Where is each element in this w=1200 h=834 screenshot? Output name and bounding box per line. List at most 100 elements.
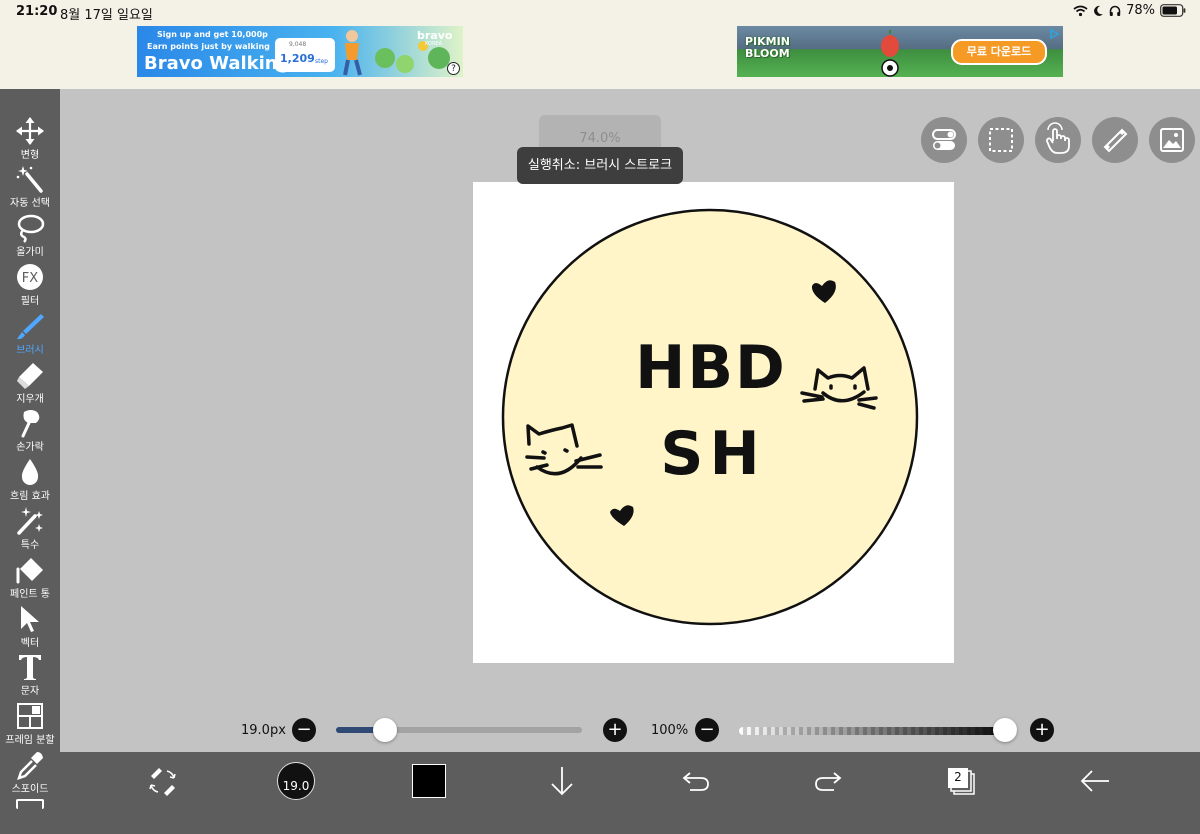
- status-indicators: 78%: [1073, 3, 1186, 18]
- tool-label: 필터: [20, 296, 40, 307]
- tool-partial-next[interactable]: [16, 799, 44, 809]
- fx-icon: FX: [17, 264, 43, 290]
- arrow-left-icon: [1080, 770, 1109, 792]
- tool-label: 올가미: [16, 247, 44, 258]
- artwork: HBD SH: [501, 208, 919, 626]
- brush-size-decrease-button[interactable]: −: [292, 718, 316, 742]
- opacity-track[interactable]: [739, 727, 1017, 735]
- ad-choices-icon[interactable]: [1048, 28, 1060, 40]
- tool-frame-divide[interactable]: 프레임 분할: [0, 701, 60, 746]
- tool-label: 자동 선택: [10, 198, 50, 209]
- tool-blur[interactable]: 흐림 효과: [0, 457, 60, 502]
- text-icon: [19, 655, 41, 680]
- ad-steps-small: 9,048: [289, 41, 307, 48]
- brush-size-increase-button[interactable]: +: [603, 718, 627, 742]
- tool-brush[interactable]: 브러시: [0, 311, 60, 356]
- brush-size-badge-button[interactable]: 19.0: [277, 762, 315, 800]
- ruler-button[interactable]: [1092, 117, 1138, 163]
- material-button[interactable]: [1149, 117, 1195, 163]
- undo-icon: [682, 772, 709, 791]
- drawing-canvas[interactable]: HBD SH: [473, 182, 954, 663]
- tool-eyedropper[interactable]: 스포이드: [0, 750, 60, 795]
- swap-tool-icon: [149, 768, 176, 796]
- settings-toggle-button[interactable]: [921, 117, 967, 163]
- ad-walker-figure: [343, 30, 362, 76]
- status-bar: 21:20 8월 17일 일요일 78%: [0, 0, 1200, 24]
- ruler-icon: [1103, 128, 1128, 153]
- opacity-decrease-button[interactable]: −: [695, 718, 719, 742]
- eraser-icon: [17, 363, 43, 389]
- vector-icon: [21, 606, 39, 632]
- ad-pikmin-logo: PIKMIN BLOOM: [745, 35, 790, 60]
- tool-label: 손가락: [16, 442, 44, 453]
- brush-size-value: 19.0px: [241, 723, 286, 738]
- ad-steps-unit: step: [315, 58, 328, 65]
- back-button[interactable]: [1078, 764, 1112, 802]
- tool-label: 프레임 분할: [5, 735, 55, 746]
- tool-label: 흐림 효과: [10, 491, 50, 502]
- tool-lasso[interactable]: 올가미: [0, 213, 60, 258]
- ad-download-button[interactable]: 무료 다운로드: [951, 39, 1047, 65]
- ad-steps-card: 9,048 1,209 step: [275, 38, 335, 72]
- brush-size-slider-knob[interactable]: [373, 718, 398, 742]
- layers-button[interactable]: 2: [946, 766, 978, 802]
- ad-title: Bravo Walking: [144, 53, 291, 74]
- finger-icon: [21, 410, 40, 438]
- tool-sidebar: 변형 자동 선택 올가미 FX 필터 브러시 지우개 손가락 흐림 효과 특수 …: [0, 89, 60, 834]
- tool-move[interactable]: 변형: [0, 116, 60, 161]
- bravo-walking-ad[interactable]: Sign up and get 10,000p Earn points just…: [137, 26, 463, 77]
- tool-auto-select[interactable]: 자동 선택: [0, 164, 60, 209]
- bottom-toolbar: [60, 752, 1200, 834]
- ad-brand-sub: KOREA: [425, 41, 442, 47]
- eyedropper-icon: [17, 752, 43, 780]
- tool-special[interactable]: 특수: [0, 506, 60, 551]
- undo-toast: 실행취소: 브러시 스트로크: [517, 147, 683, 184]
- ad-headline: Sign up and get 10,000p: [157, 30, 268, 39]
- undo-button[interactable]: [680, 764, 712, 802]
- arrow-down-icon: [551, 767, 573, 796]
- selection-button[interactable]: [978, 117, 1024, 163]
- image-icon: [1160, 128, 1184, 152]
- brush-size-badge: 19.0: [282, 779, 310, 793]
- tool-eraser[interactable]: 지우개: [0, 360, 60, 405]
- tool-label: 벡터: [20, 638, 40, 649]
- lasso-icon: [17, 214, 45, 243]
- blur-drop-icon: [21, 459, 39, 485]
- ad-subline: Earn points just by walking: [147, 42, 270, 51]
- tool-vector[interactable]: 벡터: [0, 604, 60, 649]
- layer-count: 2: [954, 770, 962, 784]
- ad-steps-count: 1,209: [280, 52, 315, 65]
- tool-label: 특수: [20, 540, 40, 551]
- frame-divide-icon: [17, 703, 43, 729]
- hand-touch-icon: [1046, 122, 1070, 154]
- swap-brush-eraser-button[interactable]: [145, 764, 181, 804]
- brush-opacity-value: 100%: [651, 723, 689, 738]
- special-icon: [17, 507, 43, 535]
- tool-paint-bucket[interactable]: 페인트 통: [0, 555, 60, 600]
- color-swatch-button[interactable]: [412, 764, 446, 798]
- redo-button[interactable]: [812, 764, 844, 802]
- tool-text[interactable]: 문자: [0, 652, 60, 697]
- opacity-increase-button[interactable]: +: [1030, 718, 1054, 742]
- paint-bucket-icon: [16, 558, 43, 584]
- battery-icon: [1160, 4, 1186, 17]
- pikmin-bloom-ad[interactable]: PIKMIN BLOOM 무료 다운로드: [737, 26, 1063, 77]
- battery-percent: 78%: [1126, 3, 1155, 18]
- ad-bar: Sign up and get 10,000p Earn points just…: [0, 24, 1200, 90]
- selection-icon: [989, 128, 1013, 152]
- ad-help-icon[interactable]: ?: [447, 62, 460, 75]
- wifi-icon: [1073, 5, 1088, 16]
- tool-filter[interactable]: FX 필터: [0, 262, 60, 307]
- tool-label: 지우개: [16, 394, 44, 405]
- tool-finger[interactable]: 손가락: [0, 408, 60, 453]
- toggle-switch-icon: [932, 129, 956, 150]
- tool-label: 변형: [20, 150, 40, 161]
- touch-button[interactable]: [1035, 117, 1081, 163]
- status-date: 8월 17일 일요일: [60, 8, 153, 23]
- opacity-slider-knob[interactable]: [993, 718, 1017, 742]
- artwork-text-line-1: HBD: [635, 333, 787, 403]
- brush-slider-bar: [60, 709, 1200, 752]
- download-arrow-button[interactable]: [548, 764, 576, 802]
- brush-icon: [17, 314, 44, 340]
- svg-text:FX: FX: [22, 271, 38, 286]
